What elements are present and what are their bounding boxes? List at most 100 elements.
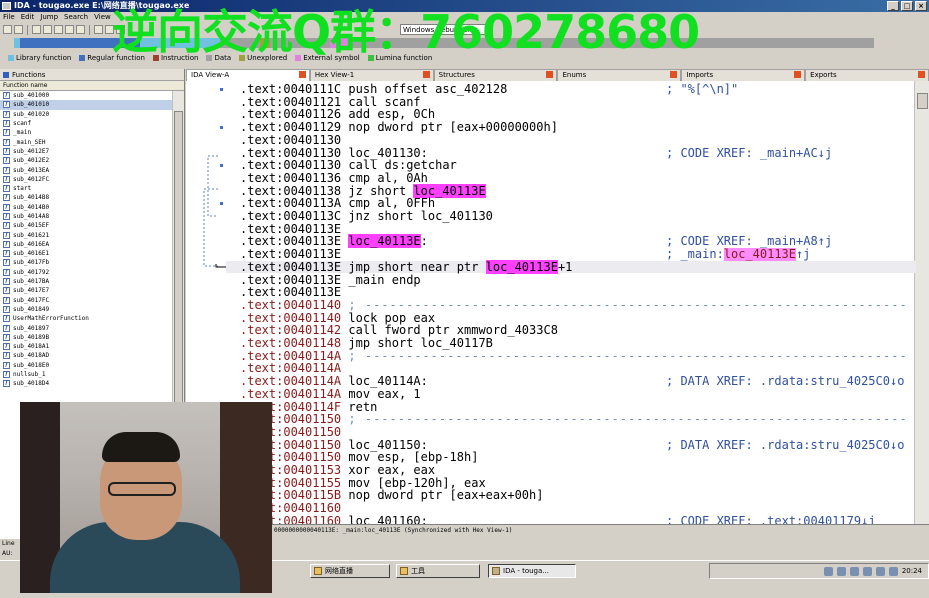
function-list-item[interactable]: f sub_401000	[0, 91, 172, 100]
scroll-thumb[interactable]	[917, 93, 928, 109]
disasm-operand-suffix: +1	[557, 259, 573, 274]
function-list-item[interactable]: f sub_401897	[0, 323, 172, 332]
function-list-item[interactable]: f sub_4012E7	[0, 147, 172, 156]
menu-jump[interactable]: Jump	[40, 12, 58, 23]
function-list-item[interactable]: f start	[0, 184, 172, 193]
function-list-item[interactable]: f sub_401621	[0, 230, 172, 239]
function-list-item[interactable]: f sub_4017BA	[0, 277, 172, 286]
search-icon[interactable]	[76, 25, 85, 34]
qq-group-overlay-text: 逆向交流Q群：760278680	[112, 5, 700, 59]
maximize-button[interactable]: □	[901, 1, 913, 11]
legend-item: Library function	[8, 54, 71, 62]
function-icon: f	[3, 147, 10, 155]
tab-hex-view-1[interactable]: Hex View-1	[309, 69, 434, 81]
breakpoint-marker[interactable]	[220, 164, 223, 168]
function-name: nullsub_1	[13, 371, 46, 379]
function-icon: f	[3, 315, 10, 323]
function-list-item[interactable]: f sub_4012FC	[0, 175, 172, 184]
open-icon[interactable]	[3, 25, 12, 34]
function-list-item[interactable]: f scanf	[0, 119, 172, 128]
menu-search[interactable]: Search	[64, 12, 88, 23]
function-list-item[interactable]: f sub_4013EA	[0, 165, 172, 174]
breakpoint-marker[interactable]	[220, 202, 223, 206]
function-list-item[interactable]: f sub_4018E0	[0, 361, 172, 370]
close-tab-icon[interactable]	[670, 71, 678, 78]
forward-icon[interactable]	[43, 25, 52, 34]
taskbar-button-tools[interactable]: 工具	[396, 564, 480, 578]
function-list-item[interactable]: f sub_4018D4	[0, 379, 172, 388]
function-list-item[interactable]: f sub_401792	[0, 268, 172, 277]
function-list-item[interactable]: f nullsub_1	[0, 370, 172, 379]
tab-imports[interactable]: Imports	[681, 69, 806, 81]
network-icon[interactable]	[875, 566, 885, 576]
menu-edit[interactable]: Edit	[21, 12, 35, 23]
functions-panel-title: Functions	[0, 69, 184, 81]
volume-icon[interactable]	[888, 566, 898, 576]
function-list-item[interactable]: f sub_4015EF	[0, 221, 172, 230]
function-icon: f	[3, 166, 10, 174]
breakpoint-marker[interactable]	[220, 126, 223, 130]
close-tab-icon[interactable]	[298, 71, 306, 78]
function-name: sub_4017BA	[13, 278, 50, 286]
tray-icon[interactable]	[836, 566, 846, 576]
function-name: sub_4017FC	[13, 296, 50, 304]
disassembly-scrollbar[interactable]	[914, 81, 929, 524]
tab-structures[interactable]: Structures	[433, 69, 558, 81]
function-list-item[interactable]: f sub_4017E7	[0, 286, 172, 295]
function-icon: f	[3, 240, 10, 248]
function-icon: f	[3, 259, 10, 267]
disasm-label-highlight: loc_40113E	[348, 234, 421, 249]
jump-icon[interactable]	[54, 25, 63, 34]
find-icon[interactable]	[65, 25, 74, 34]
tab-ida-view-a[interactable]: IDA View-A	[186, 69, 310, 81]
menu-file[interactable]: File	[3, 12, 15, 23]
code-icon[interactable]	[94, 25, 103, 34]
function-name: sub_401897	[13, 324, 50, 332]
minimize-button[interactable]: _	[887, 1, 899, 11]
taskbar-button-ida[interactable]: IDA - touga...	[488, 564, 576, 578]
tray-icon[interactable]	[849, 566, 859, 576]
close-tab-icon[interactable]	[546, 71, 554, 78]
tray-icon[interactable]	[862, 566, 872, 576]
disasm-label: _main	[348, 272, 385, 287]
function-name: sub_4018AD	[13, 352, 50, 360]
function-name-column-header[interactable]: Function name	[0, 81, 184, 91]
function-list-item[interactable]: f sub_4016EA	[0, 240, 172, 249]
function-list-item[interactable]: f sub_401849	[0, 305, 172, 314]
function-icon: f	[3, 343, 10, 351]
function-list-item[interactable]: f sub_4014B0	[0, 203, 172, 212]
function-name: sub_4014B8	[13, 194, 50, 202]
function-list-item[interactable]: f sub_401020	[0, 110, 172, 119]
function-list-item[interactable]: f sub_4017Fb	[0, 258, 172, 267]
close-tab-icon[interactable]	[422, 71, 430, 78]
taskbar-button-livestream[interactable]: 网络直播	[310, 564, 390, 578]
function-list-item[interactable]: f UserMathErrorFunction	[0, 314, 172, 323]
function-list-item[interactable]: f _main	[0, 128, 172, 137]
function-name: sub_4012FC	[13, 175, 50, 183]
function-name: sub_401792	[13, 268, 50, 276]
close-button[interactable]: ×	[915, 1, 927, 11]
clock[interactable]: 20:24	[902, 567, 922, 575]
function-list-item[interactable]: f sub_401010	[0, 100, 172, 110]
menu-view[interactable]: View	[94, 12, 111, 23]
function-list-item[interactable]: f sub_4017FC	[0, 296, 172, 305]
disasm-mnemonic: jnz	[348, 209, 371, 223]
tray-icon[interactable]	[823, 566, 833, 576]
back-icon[interactable]	[32, 25, 41, 34]
tab-exports[interactable]: Exports	[805, 69, 929, 81]
function-list-item[interactable]: f _main_SEH	[0, 137, 172, 146]
function-list-item[interactable]: f sub_4018AD	[0, 351, 172, 360]
function-list-item[interactable]: f sub_4014B8	[0, 193, 172, 202]
function-list-item[interactable]: f sub_4014A8	[0, 212, 172, 221]
function-list-item[interactable]: f sub_4018A1	[0, 342, 172, 351]
function-list-item[interactable]: f sub_40189B	[0, 333, 172, 342]
save-icon[interactable]	[14, 25, 23, 34]
disassembly-view[interactable]: .text:0040111C push offset asc_402128; "…	[186, 81, 929, 524]
close-tab-icon[interactable]	[794, 71, 802, 78]
function-list-item[interactable]: f sub_4016E1	[0, 249, 172, 258]
disasm-operands: dword ptr [eax+00000000h]	[377, 120, 558, 135]
breakpoint-marker[interactable]	[220, 88, 223, 91]
close-tab-icon[interactable]	[917, 71, 925, 78]
function-list-item[interactable]: f sub_4012E2	[0, 156, 172, 165]
tab-enums[interactable]: Enums	[557, 69, 682, 81]
